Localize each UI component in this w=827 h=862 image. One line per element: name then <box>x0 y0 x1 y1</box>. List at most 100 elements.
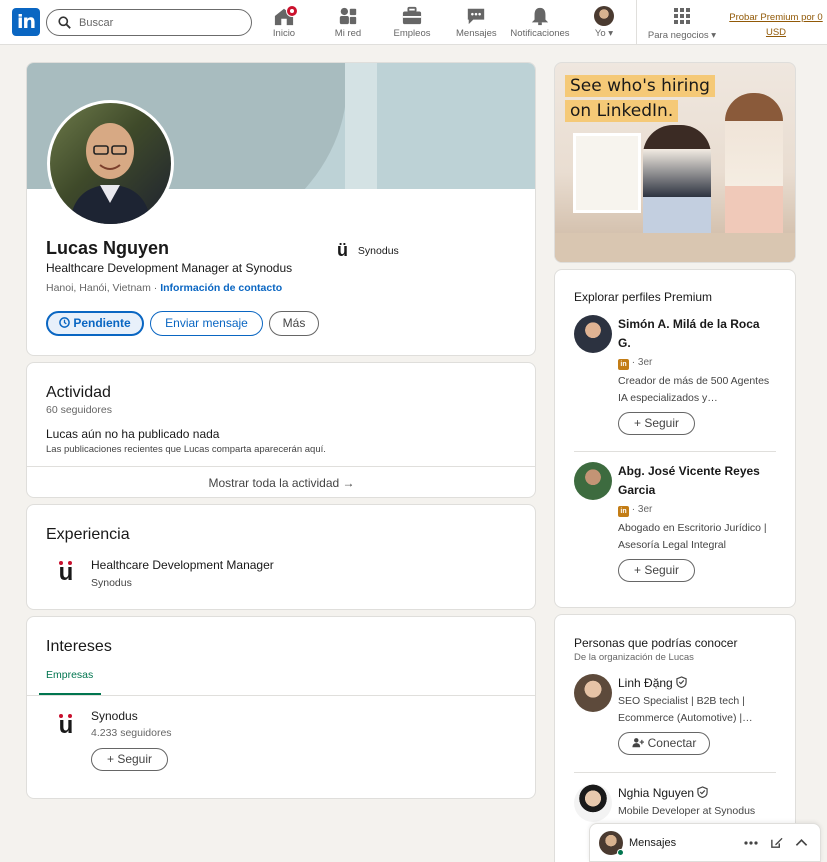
add-person-icon <box>632 738 644 748</box>
premium-profile-name[interactable]: Simón A. Milá de la Roca G. <box>618 315 774 353</box>
pymk-description: Mobile Developer at Synodus <box>618 805 756 817</box>
more-options-icon[interactable] <box>744 840 758 846</box>
clock-icon <box>59 317 71 328</box>
location-text: Hanoi, Hanói, Vietnam · <box>46 282 161 294</box>
profile-headline: Healthcare Development Manager at Synodu… <box>46 261 293 275</box>
nav-me[interactable]: Yo ▾ <box>590 6 618 42</box>
verified-shield-icon <box>697 786 709 799</box>
show-all-activity-link[interactable]: Mostrar toda la actividad → <box>27 476 535 490</box>
premium-profile-item: Simón A. Milá de la Roca G. in · 3er Cre… <box>574 315 774 440</box>
grid-icon <box>674 8 690 24</box>
follow-button[interactable]: + Seguir <box>618 412 695 435</box>
pymk-name: Linh Đặng <box>618 676 673 690</box>
nav-home-label: Inicio <box>272 28 296 39</box>
connect-button[interactable]: Conectar <box>618 732 710 755</box>
profile-avatar[interactable] <box>574 674 612 712</box>
experience-role[interactable]: Healthcare Development Manager <box>91 558 274 572</box>
hiring-ad[interactable]: See who's hiring on LinkedIn. <box>554 62 796 263</box>
connect-label: Conectar <box>647 736 697 750</box>
search-icon <box>58 16 71 29</box>
activity-title: Actividad <box>46 384 111 401</box>
pending-label: Pendiente <box>73 316 131 330</box>
ad-desk <box>555 233 795 262</box>
nav-notifications[interactable]: Notificaciones <box>510 6 570 42</box>
synodus-logo[interactable]: u <box>51 558 81 588</box>
pymk-description: SEO Specialist | B2B tech | Ecommerce (A… <box>618 695 753 724</box>
ad-headline-line2: on LinkedIn. <box>565 100 679 122</box>
nav-my-network[interactable]: Mi red <box>332 6 364 42</box>
pymk-divider <box>574 772 776 773</box>
current-company-name: Synodus <box>357 245 399 257</box>
nav-me-label: Yo ▾ <box>594 28 614 39</box>
nav-jobs-label: Empleos <box>393 28 431 39</box>
premium-profiles-title: Explorar perfiles Premium <box>574 290 713 304</box>
activity-followers: 60 seguidores <box>46 404 112 416</box>
premium-profile-description: Creador de más de 500 Agentes IA especia… <box>618 375 770 404</box>
nav-divider <box>636 0 637 44</box>
profile-name: Lucas Nguyen <box>46 238 170 258</box>
interests-divider <box>27 695 535 696</box>
verified-shield-icon <box>676 676 687 689</box>
premium-profiles-card: Explorar perfiles Premium Simón A. Milá … <box>554 269 796 608</box>
connection-degree: in · 3er <box>618 504 652 517</box>
compose-icon[interactable] <box>770 836 783 849</box>
premium-profile-name[interactable]: Abg. José Vicente Reyes Garcia <box>618 462 774 500</box>
search-box[interactable] <box>46 9 252 36</box>
more-button[interactable]: Más <box>269 311 319 336</box>
tab-companies[interactable]: Empresas <box>46 669 93 681</box>
premium-profile-item: Abg. José Vicente Reyes Garcia in · 3er … <box>574 462 774 587</box>
synodus-logo: ü <box>337 240 348 260</box>
pending-button[interactable]: Pendiente <box>46 311 144 336</box>
nav-home[interactable]: Inicio <box>270 5 298 42</box>
ad-person-2 <box>725 93 783 248</box>
profile-avatar[interactable] <box>574 784 612 822</box>
activity-card: Actividad 60 seguidores Lucas aún no ha … <box>26 362 536 498</box>
degree-text: · 3er <box>631 504 653 515</box>
profile-location: Hanoi, Hanói, Vietnam · Información de c… <box>46 282 282 294</box>
profile-card: Lucas Nguyen Healthcare Development Mana… <box>26 62 536 356</box>
interests-title: Intereses <box>46 638 112 655</box>
nav-messaging[interactable]: Mensajes <box>456 6 497 42</box>
people-icon <box>339 7 357 25</box>
nav-my-network-label: Mi red <box>334 28 362 39</box>
nav-messaging-label: Mensajes <box>456 28 497 39</box>
premium-link[interactable]: Probar Premium por 0 USD <box>727 10 825 40</box>
interest-company-name[interactable]: Synodus <box>91 709 138 723</box>
pymk-name: Nghia Nguyen <box>618 786 695 800</box>
nav-jobs[interactable]: Empleos <box>392 6 432 42</box>
messaging-bar[interactable]: Mensajes <box>589 823 821 862</box>
user-avatar-icon <box>594 6 614 26</box>
linkedin-logo[interactable]: in <box>12 8 40 36</box>
ad-headline-line1: See who's hiring <box>565 75 715 97</box>
nav-notifications-label: Notificaciones <box>510 28 570 39</box>
activity-empty-title: Lucas aún no ha publicado nada <box>46 427 220 441</box>
synodus-logo[interactable]: u <box>51 711 81 741</box>
contact-info-link[interactable]: Información de contacto <box>160 282 282 294</box>
ad-person-1 <box>643 125 711 245</box>
profile-photo[interactable] <box>47 100 174 227</box>
profile-photo-person <box>70 123 151 224</box>
pymk-item: Linh Đặng SEO Specialist | B2B tech | Ec… <box>574 674 774 764</box>
pymk-name-row[interactable]: Nghia Nguyen <box>618 784 774 803</box>
follow-button[interactable]: + Seguir <box>618 559 695 582</box>
interests-card: Intereses Empresas u Synodus 4.233 segui… <box>26 616 536 799</box>
profile-avatar[interactable] <box>574 315 612 353</box>
experience-title: Experiencia <box>46 526 130 543</box>
activity-divider <box>27 466 535 467</box>
nav-for-business-label: Para negocios ▾ <box>647 30 717 41</box>
experience-company: Synodus <box>91 577 132 589</box>
nav-for-business[interactable]: Para negocios ▾ <box>646 6 718 42</box>
send-message-button[interactable]: Enviar mensaje <box>150 311 263 336</box>
pymk-name-row[interactable]: Linh Đặng <box>618 674 774 693</box>
degree-text: · 3er <box>631 357 653 368</box>
search-input[interactable] <box>79 14 239 32</box>
follow-company-button[interactable]: + Seguir <box>91 748 168 771</box>
connection-degree: in · 3er <box>618 357 652 370</box>
linkedin-premium-icon: in <box>618 506 629 517</box>
profile-avatar[interactable] <box>574 462 612 500</box>
briefcase-icon <box>402 6 422 25</box>
current-company[interactable]: ü Synodus <box>337 240 399 261</box>
activity-empty-subtitle: Las publicaciones recientes que Lucas co… <box>46 444 326 455</box>
chevron-up-icon[interactable] <box>795 838 808 847</box>
bell-icon <box>531 7 549 26</box>
